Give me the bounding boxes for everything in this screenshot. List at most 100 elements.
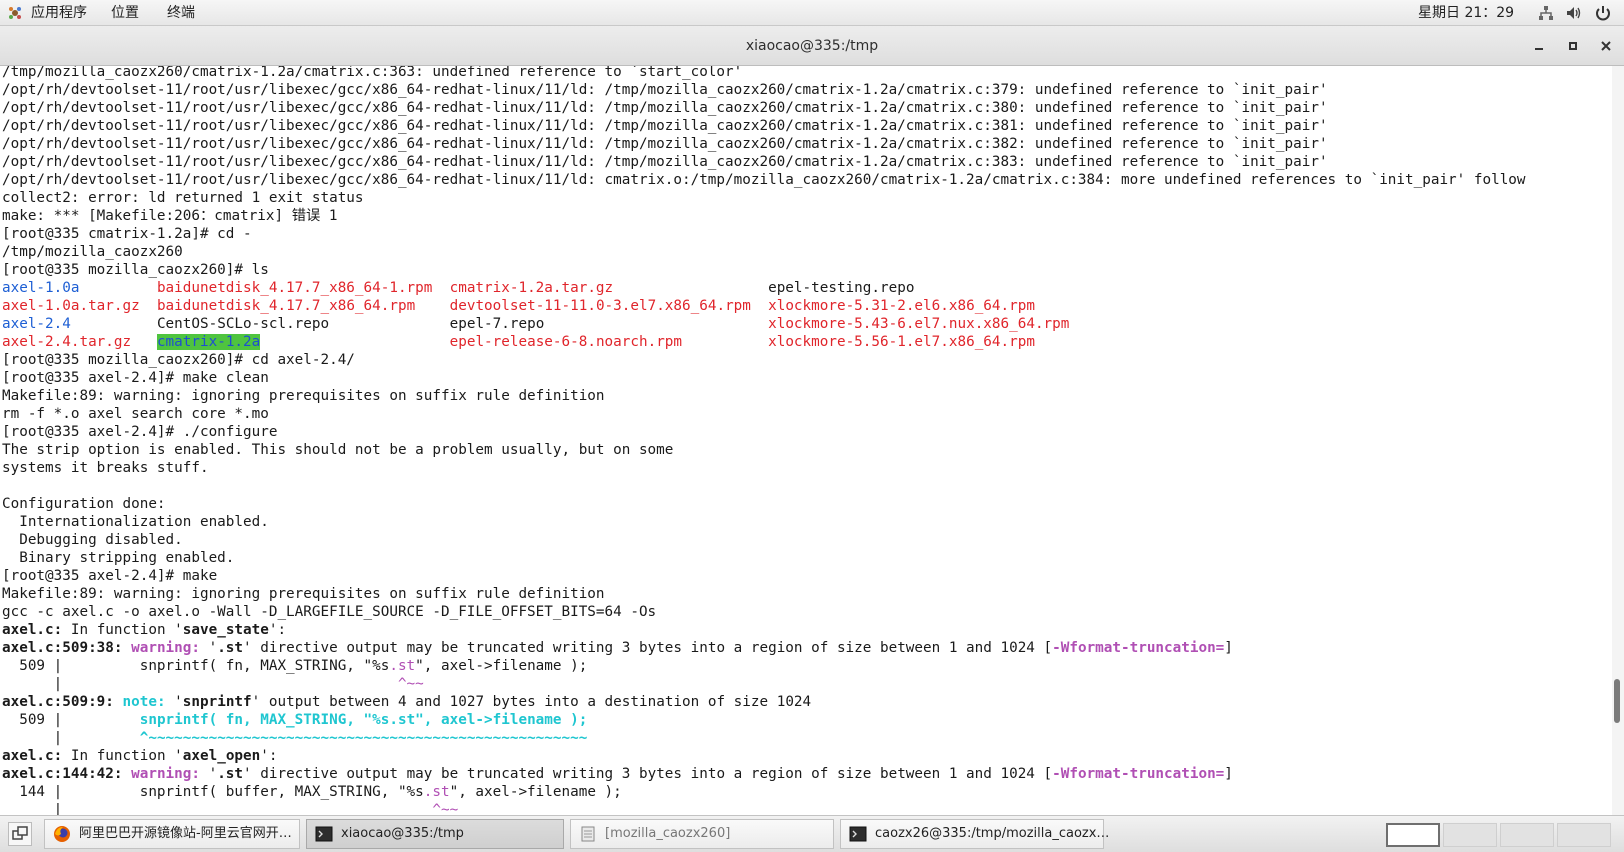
terminal-line: axel-1.0a.tar.gz baidunetdisk_4.17.7_x86… (2, 297, 1035, 315)
terminal-line: [root@335 mozilla_caozx260]# cd axel-2.4… (2, 351, 355, 369)
terminal-line: axel.c:144:42: warning: '.st' directive … (2, 765, 1233, 783)
applications-icon[interactable] (8, 6, 22, 20)
power-icon[interactable] (1594, 4, 1612, 22)
terminal-text: In function ' (62, 622, 183, 638)
terminal-text: gcc -c axel.c -o axel.o -Wall -D_LARGEFI… (2, 604, 657, 620)
terminal-text: ' (208, 640, 218, 656)
terminal-text: ': (260, 748, 278, 764)
terminal-line: | ^~~ (2, 801, 459, 815)
terminal-text: ", axel->filename ); (449, 784, 622, 800)
terminal-text: -Wformat-truncation= (1052, 640, 1225, 656)
terminal-text: Debugging disabled. (2, 532, 183, 548)
terminal-text: xlockmore-5.43-6.el7.nux.x86_64.rpm (768, 316, 1070, 332)
terminal-text: ^~~ (397, 676, 424, 692)
terminal-line: systems it breaks stuff. (2, 459, 209, 477)
file-manager-icon (581, 826, 595, 842)
terminal-text: cmatrix-1.2a (156, 334, 261, 350)
terminal-line: 509 | snprintf( fn, MAX_STRING, "%s.st",… (2, 657, 587, 675)
network-icon[interactable] (1537, 4, 1555, 22)
terminal-line: Makefile:89: warning: ignoring prerequis… (2, 585, 605, 603)
workspace-3[interactable] (1500, 823, 1554, 847)
task-label: caozx26@335:/tmp/mozilla_caozx… (875, 826, 1110, 841)
terminal-text: /tmp/mozilla_caozx260 (2, 244, 183, 260)
terminal-text: | (2, 676, 398, 692)
workspace-1[interactable] (1386, 823, 1440, 847)
maximize-icon[interactable] (1563, 36, 1583, 56)
terminal-text: snprintf( fn, MAX_STRING, "%s.st", axel-… (139, 712, 588, 728)
terminal-line: axel.c:509:9: note: 'snprintf' output be… (2, 693, 811, 711)
terminal-text: note: (122, 694, 175, 710)
show-desktop-button[interactable] (8, 822, 32, 846)
task-file-manager[interactable]: [mozilla_caozx260] (570, 819, 834, 849)
menu-terminal[interactable]: 终端 (167, 0, 195, 26)
terminal-text: epel-7.repo (449, 316, 545, 332)
taskbar: 阿里巴巴开源镜像站-阿里云官网开… xiaocao@335:/tmp [mozi… (0, 815, 1624, 852)
terminal-line: /opt/rh/devtoolset-11/root/usr/libexec/g… (2, 99, 1328, 117)
window-title: xiaocao@335:/tmp (745, 38, 879, 54)
window-titlebar[interactable]: xiaocao@335:/tmp (0, 26, 1624, 66)
terminal-line: 509 | snprintf( fn, MAX_STRING, "%s.st",… (2, 711, 587, 729)
terminal-text: ' directive output may be truncated writ… (243, 766, 1053, 782)
terminal-text: ^~~~~~~~~~~~~~~~~~~~~~~~~~~~~~~~~~~~~~~~… (139, 730, 588, 746)
terminal-text: ' directive output may be truncated writ… (243, 640, 1053, 656)
terminal-icon (849, 826, 867, 842)
terminal-scrollbar[interactable] (1612, 66, 1624, 815)
terminal-text: | (2, 730, 140, 746)
menu-places[interactable]: 位置 (111, 0, 139, 26)
terminal-text: axel.c: (2, 748, 63, 764)
clock[interactable]: 星期日 21：29 (1418, 0, 1514, 26)
terminal-line: axel-1.0a baidunetdisk_4.17.7_x86_64-1.r… (2, 279, 914, 297)
terminal-text: .st (389, 658, 416, 674)
terminal-line: 144 | snprintf( buffer, MAX_STRING, "%s.… (2, 783, 622, 801)
terminal-line: axel.c:509:38: warning: '.st' directive … (2, 639, 1233, 657)
terminal-line: [root@335 mozilla_caozx260]# ls (2, 261, 269, 279)
workspace-2[interactable] (1443, 823, 1497, 847)
scrollbar-thumb[interactable] (1614, 679, 1620, 723)
terminal-text: -Wformat-truncation= (1052, 766, 1225, 782)
terminal-text: 144 | snprintf( buffer, MAX_STRING, "%s (2, 784, 424, 800)
terminal-line: | ^~~ (2, 675, 424, 693)
terminal-text: /opt/rh/devtoolset-11/root/usr/libexec/g… (2, 136, 1328, 152)
minimize-icon[interactable] (1529, 36, 1549, 56)
terminal-line: [root@335 axel-2.4]# make clean (2, 369, 269, 387)
terminal-line: /tmp/mozilla_caozx260/cmatrix-1.2a/cmatr… (2, 66, 742, 81)
terminal-text: Binary stripping enabled. (2, 550, 235, 566)
terminal-line: /opt/rh/devtoolset-11/root/usr/libexec/g… (2, 171, 1526, 189)
terminal-text: Makefile:89: warning: ignoring prerequis… (2, 388, 605, 404)
terminal-text: /opt/rh/devtoolset-11/root/usr/libexec/g… (2, 118, 1328, 134)
task-firefox[interactable]: 阿里巴巴开源镜像站-阿里云官网开… (44, 819, 300, 849)
terminal-text: ", axel->filename ); (415, 658, 588, 674)
terminal-line: [root@335 cmatrix-1.2a]# cd - (2, 225, 252, 243)
terminal-text: epel-release-6-8.noarch.rpm (449, 334, 683, 350)
terminal-text: | (2, 802, 433, 815)
volume-icon[interactable] (1565, 4, 1583, 22)
task-terminal-xiaocao[interactable]: xiaocao@335:/tmp (306, 819, 564, 849)
terminal-text: /opt/rh/devtoolset-11/root/usr/libexec/g… (2, 172, 1526, 188)
close-icon[interactable] (1596, 36, 1616, 56)
terminal-line: rm -f *.o axel search core *.mo (2, 405, 269, 423)
terminal-icon (315, 826, 333, 842)
terminal-text: ^~~ (432, 802, 459, 815)
workspace-4[interactable] (1557, 823, 1611, 847)
terminal-text: .st (423, 784, 450, 800)
terminal-line: axel-2.4 CentOS-SCLo-scl.repo epel-7.rep… (2, 315, 1069, 333)
terminal-text: [root@335 mozilla_caozx260]# cd axel-2.4… (2, 352, 355, 368)
task-terminal-caozx26[interactable]: caozx26@335:/tmp/mozilla_caozx… (840, 819, 1109, 849)
terminal-text: epel-testing.repo (768, 280, 915, 296)
terminal-text: ' output between 4 and 1027 bytes into a… (251, 694, 812, 710)
terminal-text: /tmp/mozilla_caozx260/cmatrix-1.2a/cmatr… (2, 66, 743, 80)
terminal-text: .st (217, 640, 244, 656)
terminal-text: systems it breaks stuff. (2, 460, 209, 476)
terminal-line: Binary stripping enabled. (2, 549, 234, 567)
terminal-text: snprintf (182, 694, 252, 710)
terminal-output[interactable]: /tmp/mozilla_caozx260/cmatrix-1.2a/cmatr… (0, 66, 1612, 815)
terminal-text: devtoolset-11-11.0-3.el7.x86_64.rpm (449, 298, 751, 314)
menu-applications[interactable]: 应用程序 (31, 0, 87, 26)
terminal-text: save_state (182, 622, 269, 638)
